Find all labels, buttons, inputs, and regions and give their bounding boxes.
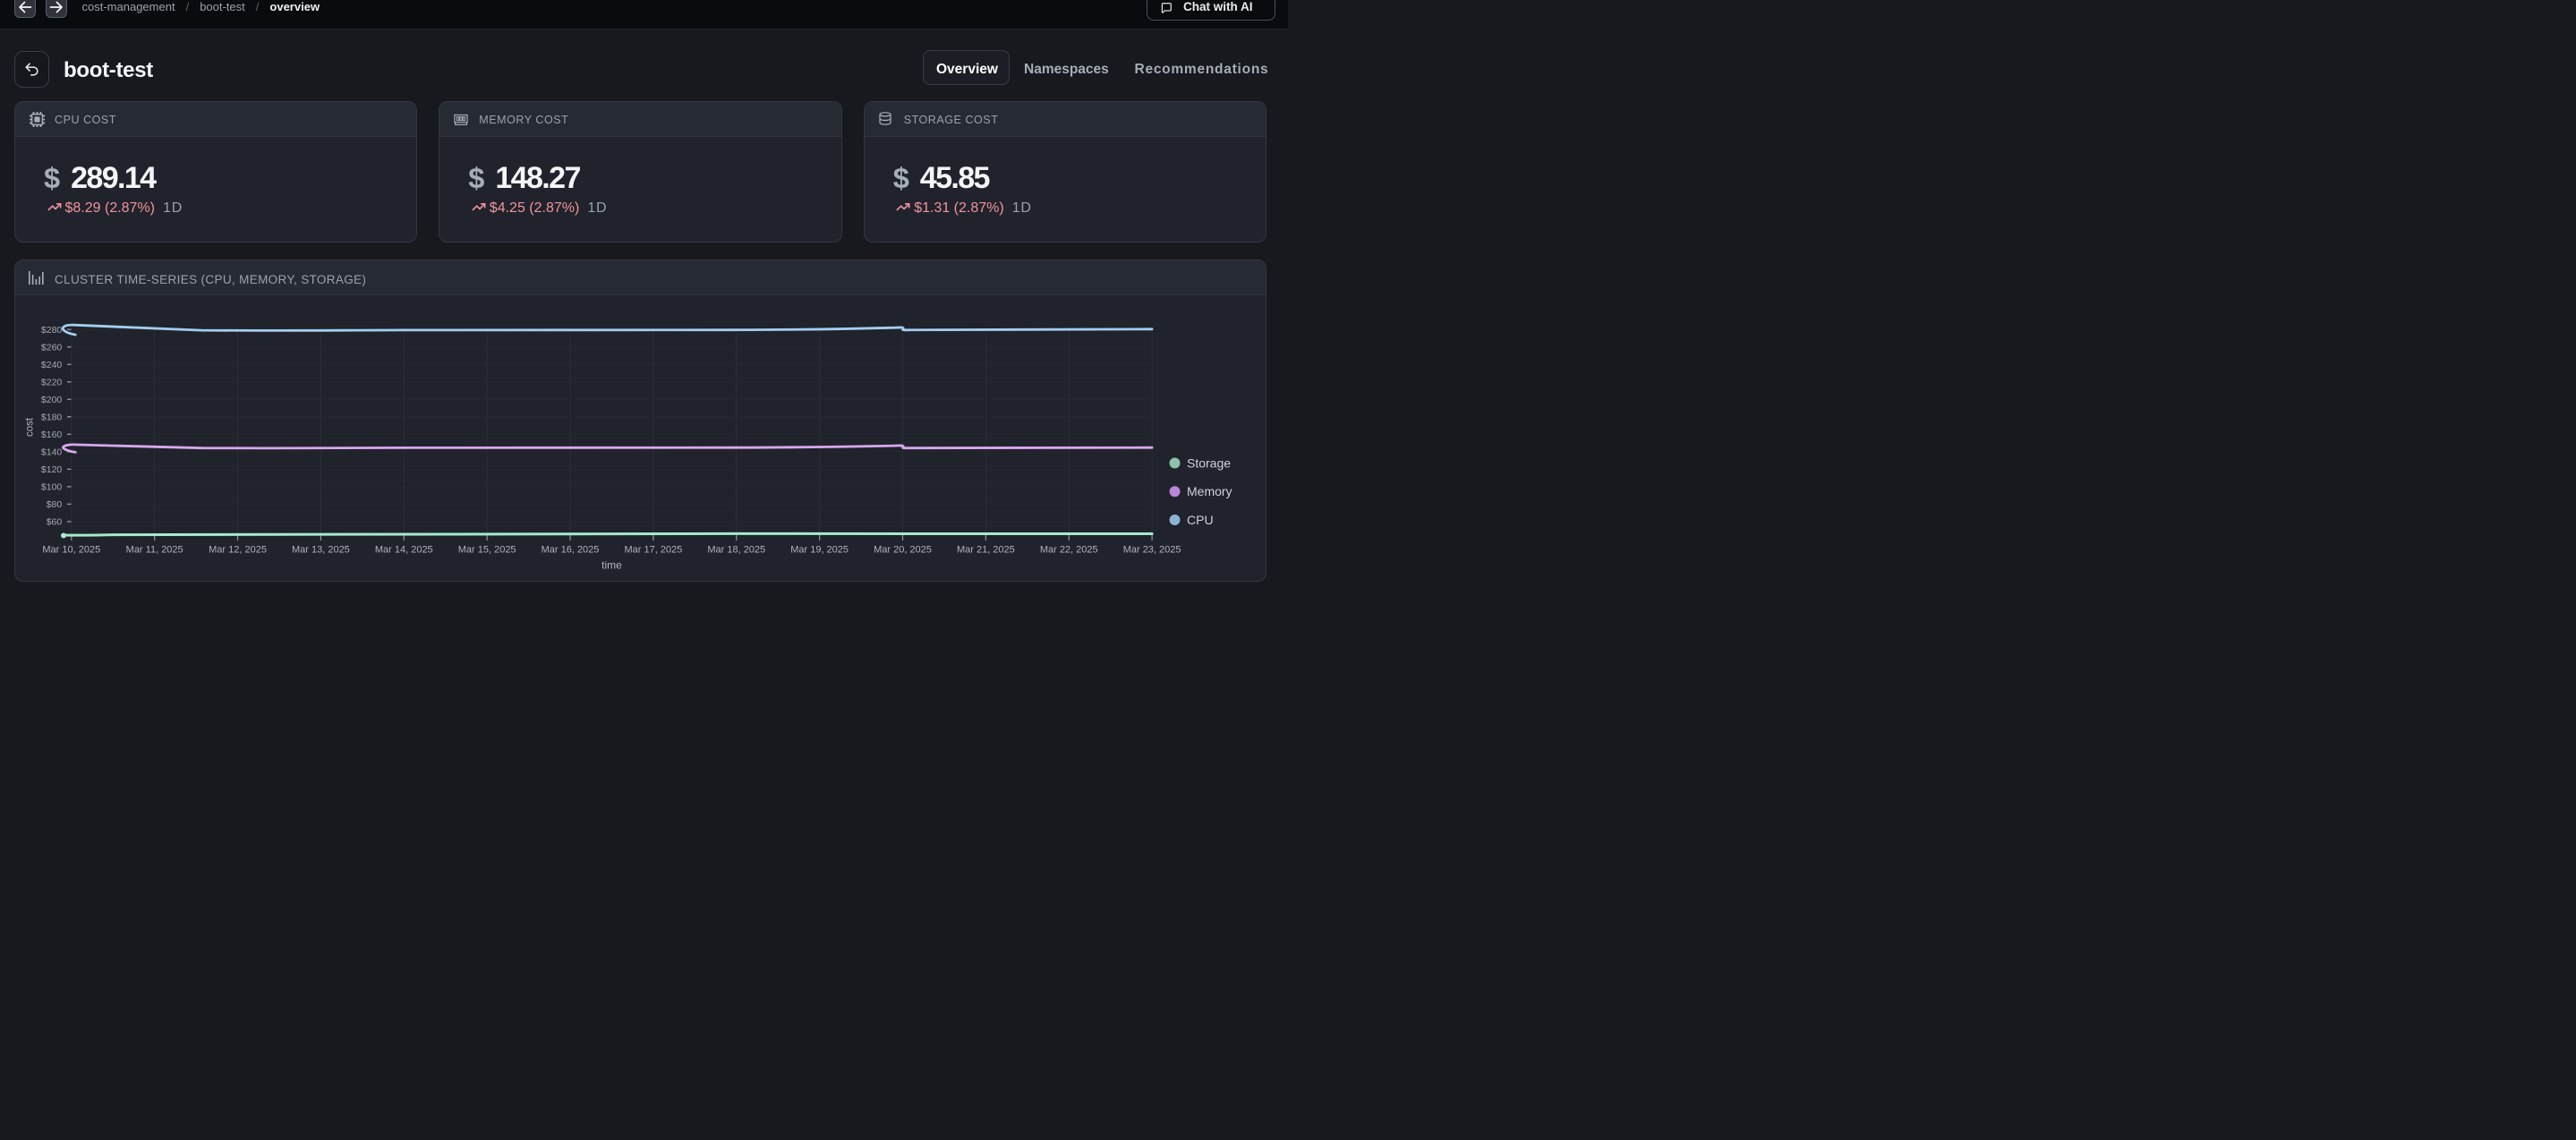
svg-text:$60: $60 xyxy=(47,516,63,527)
svg-text:$160: $160 xyxy=(41,429,63,439)
svg-text:Mar 13, 2025: Mar 13, 2025 xyxy=(292,544,350,555)
svg-text:$100: $100 xyxy=(41,481,63,492)
svg-text:Mar 17, 2025: Mar 17, 2025 xyxy=(624,544,682,555)
svg-text:Mar 22, 2025: Mar 22, 2025 xyxy=(1040,544,1098,555)
svg-text:Mar 18, 2025: Mar 18, 2025 xyxy=(707,544,765,555)
svg-text:$80: $80 xyxy=(47,499,63,510)
svg-text:Mar 19, 2025: Mar 19, 2025 xyxy=(790,544,849,555)
svg-text:Mar 11, 2025: Mar 11, 2025 xyxy=(126,544,183,555)
svg-text:Mar 20, 2025: Mar 20, 2025 xyxy=(874,544,932,555)
svg-text:time: time xyxy=(601,558,622,570)
svg-text:$120: $120 xyxy=(41,464,63,474)
svg-text:cost: cost xyxy=(25,417,36,437)
svg-text:Mar 16, 2025: Mar 16, 2025 xyxy=(542,544,600,555)
svg-text:$240: $240 xyxy=(41,359,63,370)
svg-text:Memory: Memory xyxy=(1187,484,1233,498)
svg-text:Mar 15, 2025: Mar 15, 2025 xyxy=(458,544,516,555)
svg-text:Mar 23, 2025: Mar 23, 2025 xyxy=(1123,544,1181,555)
svg-text:$180: $180 xyxy=(41,412,63,422)
svg-text:Mar 14, 2025: Mar 14, 2025 xyxy=(375,544,433,555)
svg-text:$200: $200 xyxy=(41,394,63,404)
svg-text:Storage: Storage xyxy=(1187,455,1231,470)
svg-text:$260: $260 xyxy=(41,342,63,353)
svg-text:$220: $220 xyxy=(41,377,63,387)
svg-text:$280: $280 xyxy=(41,324,63,335)
svg-text:Mar 10, 2025: Mar 10, 2025 xyxy=(42,544,100,555)
svg-text:CPU: CPU xyxy=(1187,512,1214,526)
svg-text:Mar 12, 2025: Mar 12, 2025 xyxy=(209,544,267,555)
svg-text:$140: $140 xyxy=(41,447,63,457)
svg-text:Mar 21, 2025: Mar 21, 2025 xyxy=(957,544,1015,555)
